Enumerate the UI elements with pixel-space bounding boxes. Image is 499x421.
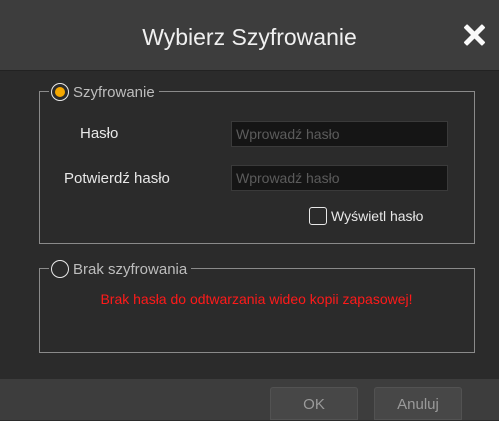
password-input[interactable] — [231, 121, 448, 147]
no-encryption-option[interactable]: Brak szyfrowania — [49, 258, 192, 280]
password-label: Hasło — [80, 125, 119, 142]
radio-selected-dot — [55, 87, 65, 97]
close-icon[interactable] — [459, 20, 489, 50]
encryption-label: Szyfrowanie — [73, 83, 155, 101]
dialog-title: Wybierz Szyfrowanie — [142, 24, 357, 50]
show-password-label[interactable]: Wyświetl hasło — [331, 208, 423, 224]
no-password-warning: Brak hasła do odtwarzania wideo kopii za… — [100, 291, 413, 307]
no-encryption-radio[interactable] — [51, 260, 69, 278]
show-password-checkbox[interactable] — [309, 207, 327, 225]
cancel-button[interactable]: Anuluj — [374, 387, 462, 420]
no-encryption-label: Brak szyfrowania — [73, 260, 188, 278]
encryption-dialog: Wybierz Szyfrowanie Szyfrowanie Hasło Po… — [0, 0, 499, 420]
dialog-footer: OK Anuluj — [0, 379, 499, 420]
encryption-radio[interactable] — [51, 83, 69, 101]
title-bar: Wybierz Szyfrowanie — [0, 0, 499, 71]
confirm-password-input[interactable] — [231, 165, 448, 191]
encryption-option[interactable]: Szyfrowanie — [49, 81, 159, 103]
no-encryption-group — [39, 268, 475, 353]
confirm-password-label: Potwierdź hasło — [64, 170, 170, 187]
ok-button[interactable]: OK — [270, 387, 358, 420]
